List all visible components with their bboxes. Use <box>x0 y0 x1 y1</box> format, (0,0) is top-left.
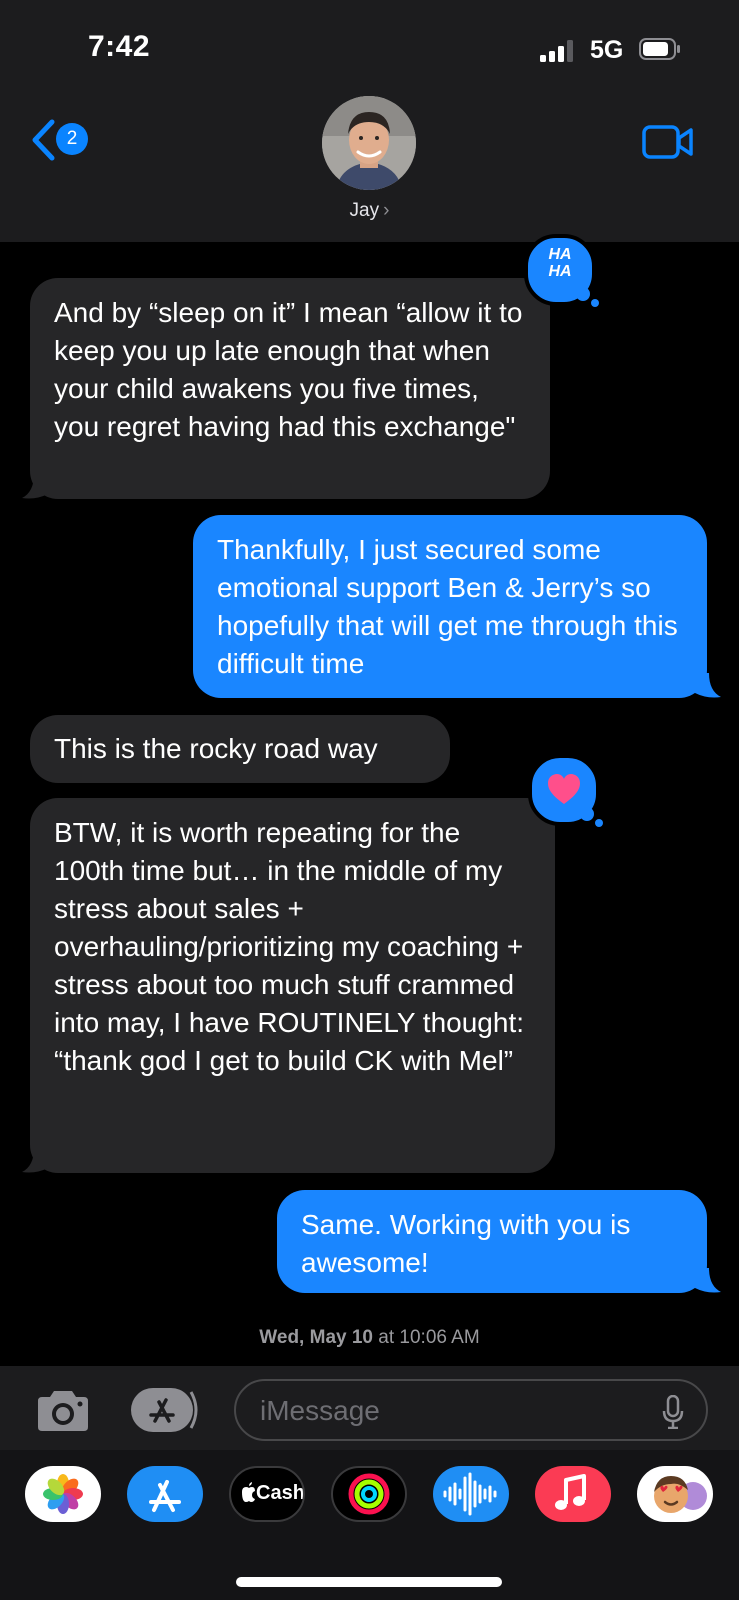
reaction-dot <box>580 807 594 821</box>
video-camera-icon <box>642 125 693 159</box>
apple-cash-app-icon[interactable]: Cash <box>229 1466 305 1522</box>
app-store-drawer-button[interactable] <box>131 1388 201 1432</box>
memoji-app-icon[interactable] <box>637 1466 713 1522</box>
chevron-right-icon: › <box>383 200 390 221</box>
message-bubble-incoming[interactable]: BTW, it is worth repeating for the 100th… <box>30 798 555 1173</box>
conversation-header: 7:42 5G 2 Jay › <box>0 0 739 242</box>
message-timestamp: Wed, May 10 at 10:06 AM <box>259 1327 480 1348</box>
app-store-icon <box>131 1388 198 1432</box>
message-text: BTW, it is worth repeating for the 100th… <box>54 817 524 1076</box>
network-type: 5G <box>590 36 624 64</box>
message-text: This is the rocky road way <box>54 733 378 764</box>
bubble-tail <box>22 474 48 499</box>
camera-icon <box>38 1391 88 1431</box>
music-app-icon[interactable] <box>535 1466 611 1522</box>
reaction-dot <box>591 299 599 307</box>
bubble-tail <box>695 1268 721 1293</box>
chevron-left-icon <box>32 119 55 161</box>
message-text: Same. Working with you is awesome! <box>301 1209 631 1278</box>
message-bubble-outgoing[interactable]: Thankfully, I just secured some emotiona… <box>193 515 707 698</box>
microphone-icon[interactable] <box>662 1395 684 1429</box>
message-bubble-outgoing[interactable]: Same. Working with you is awesome! <box>277 1190 707 1293</box>
composer-bar: iMessage <box>0 1366 739 1450</box>
message-input[interactable]: iMessage <box>234 1379 708 1441</box>
cash-label: Cash <box>256 1482 305 1504</box>
back-button[interactable]: 2 <box>30 118 92 168</box>
message-text: Thankfully, I just secured some emotiona… <box>217 534 678 679</box>
battery-icon <box>639 38 681 60</box>
message-bubble-incoming[interactable]: This is the rocky road way <box>30 715 450 783</box>
status-time: 7:42 <box>88 30 151 63</box>
bubble-tail <box>22 1148 48 1173</box>
photos-app-icon[interactable] <box>25 1466 101 1522</box>
reaction-dot <box>576 287 590 301</box>
activity-app-icon[interactable] <box>331 1466 407 1522</box>
contact-avatar[interactable] <box>322 96 416 190</box>
video-call-button[interactable] <box>642 124 694 160</box>
reaction-dot <box>595 819 603 827</box>
app-store-app-icon[interactable] <box>127 1466 203 1522</box>
home-indicator[interactable] <box>236 1577 502 1587</box>
haha-icon: HA HA <box>548 246 572 280</box>
contact-name: Jay <box>349 200 380 221</box>
message-text: And by “sleep on it” I mean “allow it to… <box>54 297 523 442</box>
message-bubble-incoming[interactable]: And by “sleep on it” I mean “allow it to… <box>30 278 550 499</box>
bubble-tail <box>695 673 721 698</box>
message-input-placeholder: iMessage <box>260 1395 380 1426</box>
camera-button[interactable] <box>34 1389 92 1433</box>
cellular-signal-icon <box>540 40 578 62</box>
contact-name-row[interactable]: Jay › <box>0 200 739 222</box>
unread-count-badge: 2 <box>56 123 88 155</box>
voice-memo-app-icon[interactable] <box>433 1466 509 1522</box>
